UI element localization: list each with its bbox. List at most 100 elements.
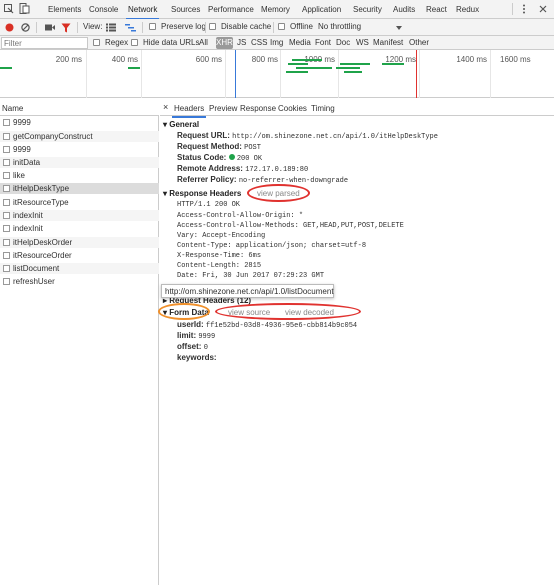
toolbar-divider	[36, 22, 37, 33]
offline-label[interactable]: Offline	[290, 22, 313, 31]
tab-react[interactable]: React	[426, 5, 447, 14]
device-toolbar-icon[interactable]	[19, 3, 30, 14]
toolbar-divider	[77, 22, 78, 33]
filter-type-ws[interactable]: WS	[356, 38, 369, 47]
request-name: like	[13, 171, 26, 180]
list-header[interactable]: Name	[0, 99, 159, 116]
load-marker	[416, 50, 417, 98]
file-icon	[3, 225, 10, 232]
filter-type-font[interactable]: Font	[315, 38, 331, 47]
list-item[interactable]: indexInit	[0, 223, 159, 234]
filter-type-doc[interactable]: Doc	[336, 38, 350, 47]
response-headers-toggle[interactable]: ▾ Response Headers	[163, 189, 241, 198]
request-url-row: Request URL: http://om.shinezone.net.cn/…	[177, 131, 438, 141]
tab-response[interactable]: Response	[240, 104, 276, 113]
filter-type-manifest[interactable]: Manifest	[373, 38, 403, 47]
list-item[interactable]: itResourceOrder	[0, 250, 159, 261]
list-item[interactable]: itResourceType	[0, 197, 159, 208]
list-item[interactable]: like	[0, 170, 159, 181]
list-item[interactable]: initData	[0, 157, 159, 168]
tab-audits[interactable]: Audits	[393, 5, 415, 14]
response-header-line: Content-Type: application/json; charset=…	[177, 242, 367, 250]
regex-label[interactable]: Regex	[105, 38, 128, 47]
list-item[interactable]: refreshUser	[0, 276, 159, 287]
request-name: itResourceType	[13, 198, 69, 207]
tab-cookies[interactable]: Cookies	[278, 104, 307, 113]
chevron-down-icon[interactable]	[396, 26, 402, 30]
tab-elements[interactable]: Elements	[48, 5, 81, 14]
throttling-select[interactable]: No throttling	[318, 22, 361, 31]
regex-checkbox[interactable]	[93, 39, 100, 46]
tab-headers[interactable]: Headers	[171, 104, 207, 118]
list-item[interactable]: getCompanyConstruct	[0, 131, 159, 142]
waterfall-overview-icon[interactable]	[125, 23, 136, 32]
form-field-key: keywords:	[177, 353, 217, 362]
file-icon	[3, 278, 10, 285]
request-bar	[0, 67, 12, 69]
toolbar-divider	[273, 22, 274, 33]
request-bar	[340, 63, 370, 65]
grid-line	[141, 50, 142, 98]
hide-data-urls-label[interactable]: Hide data URLs	[143, 38, 199, 47]
timeline-overview[interactable]: 200 ms 400 ms 600 ms 800 ms 1000 ms 1200…	[0, 50, 554, 98]
tab-application[interactable]: Application	[302, 5, 341, 14]
request-bar	[288, 63, 308, 65]
name-column-header[interactable]: Name	[2, 104, 23, 113]
list-item[interactable]: itHelpDeskOrder	[0, 237, 159, 248]
preserve-log-checkbox[interactable]	[149, 23, 156, 30]
file-icon	[3, 159, 10, 166]
request-bar	[128, 67, 140, 69]
filter-icon[interactable]	[61, 23, 71, 33]
tab-network[interactable]: Network	[125, 5, 160, 20]
filter-type-img[interactable]: Img	[270, 38, 283, 47]
tab-timing[interactable]: Timing	[311, 104, 335, 113]
general-section-toggle[interactable]: ▾ General	[163, 120, 199, 129]
filter-type-xhr[interactable]: XHR	[216, 37, 233, 49]
url-tooltip: http://om.shinezone.net.cn/api/1.0/listD…	[161, 284, 334, 298]
tab-sources[interactable]: Sources	[171, 5, 200, 14]
inspect-element-icon[interactable]	[4, 4, 14, 14]
filter-type-css[interactable]: CSS	[251, 38, 267, 47]
tab-memory[interactable]: Memory	[261, 5, 290, 14]
clear-icon[interactable]	[21, 23, 30, 32]
record-icon[interactable]	[5, 23, 14, 32]
list-item[interactable]: 9999	[0, 144, 159, 155]
status-code-value: 200 OK	[236, 155, 263, 163]
disable-cache-checkbox[interactable]	[209, 23, 216, 30]
disable-cache-label[interactable]: Disable cache	[221, 22, 271, 31]
large-rows-icon[interactable]	[106, 23, 116, 32]
filter-input[interactable]	[1, 37, 88, 49]
request-bar	[296, 67, 332, 69]
list-item[interactable]: listDocument	[0, 263, 159, 274]
request-name: listDocument	[13, 264, 60, 273]
preserve-log-label[interactable]: Preserve log	[161, 22, 206, 31]
list-item[interactable]: indexInit	[0, 210, 159, 221]
referrer-policy-row: Referrer Policy: no-referrer-when-downgr…	[177, 175, 348, 185]
hide-data-urls-checkbox[interactable]	[131, 39, 138, 46]
list-item[interactable]: itHelpDeskType	[0, 183, 159, 194]
request-url-label: Request URL:	[177, 131, 230, 140]
referrer-policy-label: Referrer Policy:	[177, 175, 237, 184]
devtools-tab-bar: Elements Console Network Sources Perform…	[0, 0, 554, 20]
response-headers-title: Response Headers	[169, 189, 242, 198]
tab-security[interactable]: Security	[353, 5, 382, 14]
tab-preview[interactable]: Preview	[209, 104, 237, 113]
close-detail-icon[interactable]: ×	[163, 102, 168, 112]
filter-type-other[interactable]: Other	[409, 38, 429, 47]
list-item[interactable]: 9999	[0, 117, 159, 128]
status-code-row: Status Code: 200 OK	[177, 153, 262, 163]
filter-type-js[interactable]: JS	[237, 38, 246, 47]
more-options-icon[interactable]	[522, 4, 526, 15]
capture-screenshots-icon[interactable]	[45, 24, 55, 31]
close-devtools-icon[interactable]	[539, 5, 547, 13]
tick-label: 400 ms	[111, 55, 138, 64]
filter-type-media[interactable]: Media	[289, 38, 311, 47]
offline-checkbox[interactable]	[278, 23, 285, 30]
form-field-row: limit: 9999	[177, 331, 215, 341]
tab-redux[interactable]: Redux	[456, 5, 479, 14]
filter-type-all[interactable]: All	[199, 38, 208, 47]
request-name: itResourceOrder	[13, 251, 72, 260]
tab-performance[interactable]: Performance	[208, 5, 254, 14]
tab-console[interactable]: Console	[89, 5, 118, 14]
grid-line	[280, 50, 281, 98]
